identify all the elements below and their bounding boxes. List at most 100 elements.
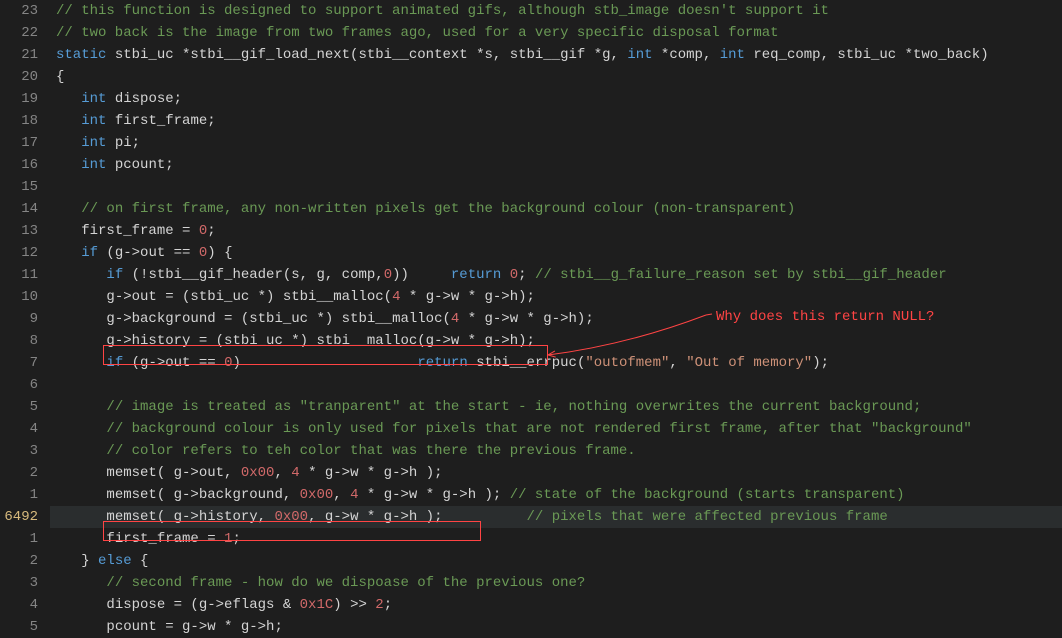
code-line[interactable]: 3 // color refers to teh color that was … (0, 440, 1062, 462)
code-content[interactable]: memset( g->history, 0x00, g->w * g->h );… (50, 506, 1062, 528)
token-ident: memset( g->history, (106, 509, 274, 525)
code-line[interactable]: 23// this function is designed to suppor… (0, 0, 1062, 22)
line-number: 7 (0, 352, 50, 374)
code-line[interactable]: 6492 memset( g->history, 0x00, g->w * g-… (0, 506, 1062, 528)
code-line[interactable]: 14 // on first frame, any non-written pi… (0, 198, 1062, 220)
code-line[interactable]: 4 // background colour is only used for … (0, 418, 1062, 440)
code-line[interactable]: 12 if (g->out == 0) { (0, 242, 1062, 264)
line-number: 4 (0, 594, 50, 616)
code-content[interactable]: g->out = (stbi_uc *) stbi__malloc(4 * g-… (50, 286, 1062, 308)
token-ident: stbi_uc *stbi__gif_load_next(stbi__conte… (106, 47, 627, 63)
code-line[interactable]: 7 if (g->out == 0) return stbi__errpuc("… (0, 352, 1062, 374)
code-content[interactable]: } else { (50, 550, 1062, 572)
code-content[interactable]: memset( g->background, 0x00, 4 * g->w * … (50, 484, 1062, 506)
line-number: 10 (0, 286, 50, 308)
token-comment: // image is treated as "tranparent" at t… (106, 399, 921, 415)
code-line[interactable]: 9 g->background = (stbi_uc *) stbi__mall… (0, 308, 1062, 330)
token-ident: { (56, 69, 64, 85)
token-keyword: if (106, 355, 123, 371)
code-line[interactable]: 6 (0, 374, 1062, 396)
code-line[interactable]: 10 g->out = (stbi_uc *) stbi__malloc(4 *… (0, 286, 1062, 308)
token-ident: pcount; (106, 157, 173, 173)
token-comment: // background colour is only used for pi… (106, 421, 971, 437)
code-content[interactable]: int pcount; (50, 154, 1062, 176)
token-ident: * g->w * g->h); (400, 289, 534, 305)
code-line[interactable]: 20{ (0, 66, 1062, 88)
code-content[interactable]: first_frame = 1; (50, 528, 1062, 550)
code-content[interactable]: int dispose; (50, 88, 1062, 110)
code-line[interactable]: 16 int pcount; (0, 154, 1062, 176)
line-number: 18 (0, 110, 50, 132)
code-line[interactable]: 22// two back is the image from two fram… (0, 22, 1062, 44)
code-line[interactable]: 2 memset( g->out, 0x00, 4 * g->w * g->h … (0, 462, 1062, 484)
line-number: 2 (0, 462, 50, 484)
code-content[interactable]: static stbi_uc *stbi__gif_load_next(stbi… (50, 44, 1062, 66)
code-content[interactable]: if (g->out == 0) { (50, 242, 1062, 264)
line-number: 2 (0, 550, 50, 572)
token-ident: ) >> (333, 597, 375, 613)
code-content[interactable]: dispose = (g->eflags & 0x1C) >> 2; (50, 594, 1062, 616)
code-content[interactable]: int pi; (50, 132, 1062, 154)
token-ident: , g->w * g->h ); (308, 509, 526, 525)
code-line[interactable]: 18 int first_frame; (0, 110, 1062, 132)
code-line[interactable]: 5 pcount = g->w * g->h; (0, 616, 1062, 638)
code-content[interactable]: // this function is designed to support … (50, 0, 1062, 22)
token-ident: first_frame = (106, 531, 224, 547)
code-line[interactable]: 4 dispose = (g->eflags & 0x1C) >> 2; (0, 594, 1062, 616)
code-line[interactable]: 11 if (!stbi__gif_header(s, g, comp,0)) … (0, 264, 1062, 286)
line-number: 5 (0, 396, 50, 418)
token-keyword: return (451, 267, 501, 283)
code-content[interactable]: g->history = (stbi_uc *) stbi__malloc(g-… (50, 330, 1062, 352)
code-content[interactable]: pcount = g->w * g->h; (50, 616, 1062, 638)
code-content[interactable] (50, 374, 1062, 396)
code-line[interactable]: 2 } else { (0, 550, 1062, 572)
token-string: "Out of memory" (686, 355, 812, 371)
line-number: 16 (0, 154, 50, 176)
token-keyword: if (106, 267, 123, 283)
code-editor[interactable]: 23// this function is designed to suppor… (0, 0, 1062, 626)
line-number: 12 (0, 242, 50, 264)
line-number: 19 (0, 88, 50, 110)
code-content[interactable]: int first_frame; (50, 110, 1062, 132)
token-ident: g->out = (stbi_uc *) stbi__malloc( (106, 289, 392, 305)
code-line[interactable]: 1 memset( g->background, 0x00, 4 * g->w … (0, 484, 1062, 506)
code-content[interactable]: // two back is the image from two frames… (50, 22, 1062, 44)
code-content[interactable]: g->background = (stbi_uc *) stbi__malloc… (50, 308, 1062, 330)
token-number-red: 0 (384, 267, 392, 283)
token-ident: dispose = (g->eflags & (106, 597, 299, 613)
code-content[interactable]: // on first frame, any non-written pixel… (50, 198, 1062, 220)
token-keyword: if (81, 245, 98, 261)
code-content[interactable]: memset( g->out, 0x00, 4 * g->w * g->h ); (50, 462, 1062, 484)
code-content[interactable]: // image is treated as "tranparent" at t… (50, 396, 1062, 418)
code-content[interactable]: first_frame = 0; (50, 220, 1062, 242)
token-ident: memset( g->background, (106, 487, 299, 503)
code-line[interactable]: 17 int pi; (0, 132, 1062, 154)
code-content[interactable]: { (50, 66, 1062, 88)
code-line[interactable]: 3 // second frame - how do we dispoase o… (0, 572, 1062, 594)
code-line[interactable]: 8 g->history = (stbi_uc *) stbi__malloc(… (0, 330, 1062, 352)
code-line[interactable]: 15 (0, 176, 1062, 198)
code-line[interactable]: 21static stbi_uc *stbi__gif_load_next(st… (0, 44, 1062, 66)
token-comment: // color refers to teh color that was th… (106, 443, 635, 459)
line-number: 6 (0, 374, 50, 396)
token-number-red: 2 (375, 597, 383, 613)
line-number: 21 (0, 44, 50, 66)
token-ident: *comp, (653, 47, 720, 63)
code-line[interactable]: 13 first_frame = 0; (0, 220, 1062, 242)
code-line[interactable]: 19 int dispose; (0, 88, 1062, 110)
token-keyword: int (720, 47, 745, 63)
code-line[interactable]: 1 first_frame = 1; (0, 528, 1062, 550)
code-content[interactable]: // background colour is only used for pi… (50, 418, 1062, 440)
token-ident: first_frame = (81, 223, 199, 239)
code-line[interactable]: 5 // image is treated as "tranparent" at… (0, 396, 1062, 418)
token-ident: first_frame; (106, 113, 215, 129)
code-content[interactable]: if (!stbi__gif_header(s, g, comp,0)) ret… (50, 264, 1062, 286)
line-number: 15 (0, 176, 50, 198)
token-ident: , (333, 487, 350, 503)
code-content[interactable]: // color refers to teh color that was th… (50, 440, 1062, 462)
code-content[interactable]: // second frame - how do we dispoase of … (50, 572, 1062, 594)
code-content[interactable]: if (g->out == 0) return stbi__errpuc("ou… (50, 352, 1062, 374)
code-content[interactable] (50, 176, 1062, 198)
token-comment: // pixels that were affected previous fr… (527, 509, 888, 525)
token-ident: dispose; (106, 91, 182, 107)
